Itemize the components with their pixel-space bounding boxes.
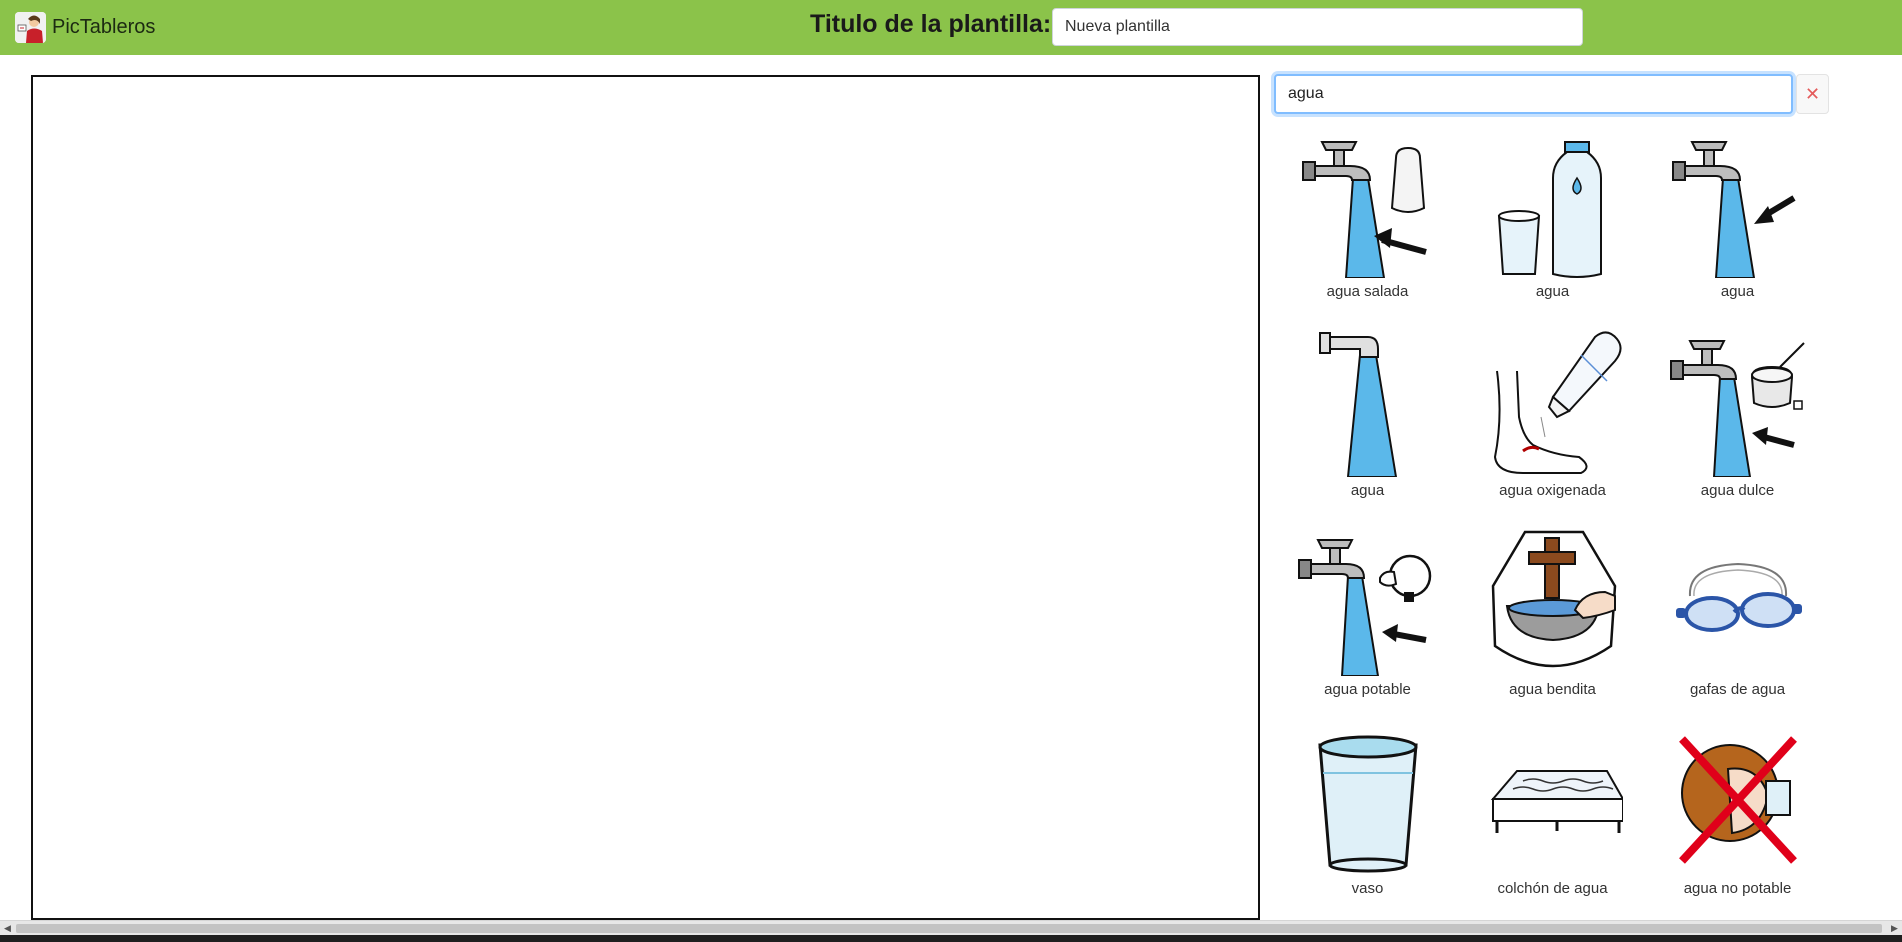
holy-water-font-cross-icon [1491, 530, 1616, 668]
brand[interactable]: PicTableros [15, 11, 155, 43]
pictogram-card[interactable]: agua bendita [1460, 526, 1645, 725]
clear-search-button[interactable]: ✕ [1796, 74, 1829, 114]
not-drinkable-crossed-icon [1678, 736, 1797, 864]
pictogram-label: agua oxigenada [1499, 482, 1606, 499]
pictogram-card[interactable]: agua dulce [1645, 327, 1830, 526]
horizontal-scrollbar[interactable]: ◀ ▶ [0, 920, 1902, 935]
water-bottle-and-glass-icon [1497, 141, 1602, 278]
pictogram-label: agua [1350, 482, 1385, 499]
pictogram-label: agua dulce [1700, 482, 1775, 499]
pictogram-label: gafas de agua [1689, 681, 1786, 698]
taskbar-strip [0, 935, 1902, 942]
app-logo-icon [15, 11, 46, 43]
peroxide-bottle-foot-icon [1493, 331, 1621, 474]
swimming-goggles-icon [1675, 562, 1802, 632]
pictogram-label: agua potable [1324, 681, 1411, 698]
pictogram-card[interactable]: agua [1275, 327, 1460, 526]
pictogram-results: agua salada agua agua agua agua oxigenad… [1275, 128, 1830, 918]
pictogram-label: agua [1720, 283, 1755, 300]
pictogram-label: agua no potable [1683, 880, 1792, 897]
scroll-left-icon[interactable]: ◀ [0, 921, 15, 936]
pictogram-card[interactable]: agua [1645, 128, 1830, 327]
board-canvas[interactable] [31, 75, 1260, 920]
faucet-with-salt-icon [1301, 141, 1427, 278]
pictogram-card[interactable]: agua [1460, 128, 1645, 327]
pictogram-search-input[interactable] [1274, 74, 1793, 114]
scrollbar-thumb[interactable] [16, 924, 1882, 933]
water-pipe-stream-icon [1318, 332, 1397, 477]
scroll-right-icon[interactable]: ▶ [1887, 921, 1902, 936]
template-title-label: Titulo de la plantilla: [810, 10, 1052, 38]
pictogram-card[interactable]: vaso [1275, 725, 1460, 924]
pictogram-label: agua salada [1326, 283, 1409, 300]
pictogram-card[interactable]: colchón de agua [1460, 725, 1645, 924]
faucet-water-arrow-icon [1671, 141, 1796, 278]
faucet-with-sugar-icon [1669, 340, 1805, 477]
pictogram-card[interactable]: gafas de agua [1645, 526, 1830, 725]
faucet-drinking-person-icon [1297, 539, 1431, 676]
water-mattress-icon [1490, 770, 1623, 833]
close-icon: ✕ [1804, 83, 1821, 104]
pictogram-card[interactable]: agua no potable [1645, 725, 1830, 924]
template-title-input[interactable] [1052, 8, 1583, 46]
pictogram-card[interactable]: agua oxigenada [1460, 327, 1645, 526]
glass-of-water-icon [1317, 735, 1418, 873]
app-name: PicTableros [52, 15, 156, 38]
pictogram-label: vaso [1351, 880, 1384, 897]
pictogram-label: colchón de agua [1497, 880, 1608, 897]
pictogram-label: agua [1535, 283, 1570, 300]
pictogram-card[interactable]: agua salada [1275, 128, 1460, 327]
pictogram-card[interactable]: agua potable [1275, 526, 1460, 725]
pictogram-label: agua bendita [1509, 681, 1596, 698]
top-bar: PicTableros Titulo de la plantilla: [0, 0, 1902, 55]
